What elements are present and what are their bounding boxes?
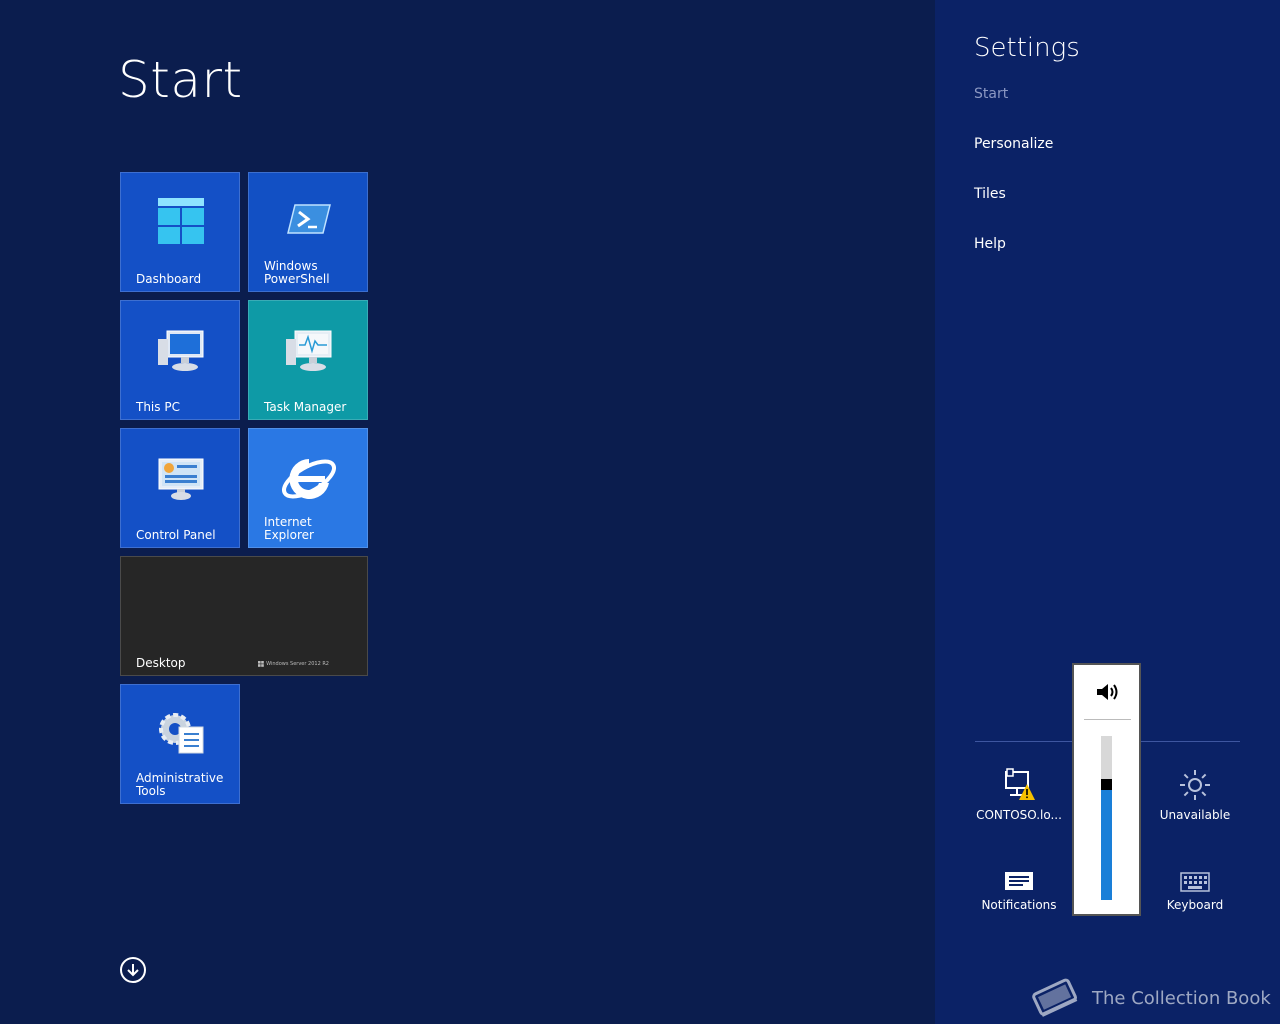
- speaker-icon[interactable]: [1095, 682, 1121, 702]
- volume-thumb[interactable]: [1101, 779, 1112, 790]
- desktop-brand-text: Windows Server 2012 R2: [266, 661, 329, 667]
- notifications-icon: [1005, 872, 1033, 890]
- network-label: CONTOSO.lo...: [976, 808, 1062, 822]
- powershell-icon: [287, 204, 331, 234]
- keyboard-label: Keyboard: [1166, 898, 1224, 912]
- tile-dashboard[interactable]: Dashboard: [120, 172, 240, 292]
- apps-view-button[interactable]: [120, 957, 146, 983]
- keyboard-icon: [1180, 872, 1210, 892]
- windows-logo-icon: [258, 661, 264, 667]
- tile-label: Windows PowerShell: [264, 259, 330, 286]
- computer-icon: [158, 330, 204, 371]
- tile-label: Administrative Tools: [136, 771, 224, 798]
- brightness-icon: [1180, 770, 1210, 800]
- tile-label: Dashboard: [136, 272, 202, 286]
- charm-item-tiles[interactable]: Tiles: [974, 186, 1006, 202]
- tile-label: Control Panel: [136, 528, 216, 542]
- charm-item-personalize[interactable]: Personalize: [974, 136, 1053, 152]
- charm-title: Settings: [974, 33, 1080, 63]
- tile-administrative-tools[interactable]: Administrative Tools: [120, 684, 240, 804]
- volume-flyout: [1072, 663, 1141, 916]
- brightness-button[interactable]: Unavailable: [1145, 764, 1245, 822]
- brightness-label: Unavailable: [1159, 808, 1231, 822]
- charm-item-start: Start: [974, 86, 1009, 102]
- tile-internet-explorer[interactable]: Internet Explorer: [248, 428, 368, 548]
- start-title: Start: [118, 51, 243, 109]
- dashboard-icon: [158, 198, 204, 244]
- tile-label: Internet Explorer: [264, 515, 314, 542]
- notifications-label: Notifications: [981, 898, 1057, 912]
- volume-fill: [1101, 790, 1112, 900]
- control-panel-icon: [158, 458, 204, 500]
- tile-this-pc[interactable]: This PC: [120, 300, 240, 420]
- tile-task-manager[interactable]: Task Manager: [248, 300, 368, 420]
- notifications-button[interactable]: Notifications: [969, 854, 1069, 912]
- internet-explorer-icon: [282, 459, 336, 499]
- administrative-tools-icon: [159, 713, 204, 754]
- tile-label: This PC: [136, 400, 180, 414]
- tile-label: Task Manager: [264, 400, 347, 414]
- network-button[interactable]: CONTOSO.lo...: [969, 764, 1069, 822]
- tile-desktop[interactable]: Desktop Windows Server 2012 R2: [120, 556, 368, 676]
- keyboard-button[interactable]: Keyboard: [1145, 854, 1245, 912]
- arrow-down-icon: [127, 964, 139, 977]
- tile-windows-powershell[interactable]: Windows PowerShell: [248, 172, 368, 292]
- charm-item-help[interactable]: Help: [974, 236, 1006, 252]
- volume-slider[interactable]: [1101, 736, 1112, 900]
- watermark-text: The Collection Book: [1092, 987, 1271, 1009]
- desktop-brand: Windows Server 2012 R2: [258, 661, 329, 667]
- tile-control-panel[interactable]: Control Panel: [120, 428, 240, 548]
- watermark: The Collection Book: [1030, 976, 1271, 1020]
- book-icon: [1032, 978, 1078, 1017]
- volume-separator: [1084, 719, 1131, 720]
- task-manager-icon: [286, 330, 332, 371]
- network-warning-icon: [1005, 768, 1035, 800]
